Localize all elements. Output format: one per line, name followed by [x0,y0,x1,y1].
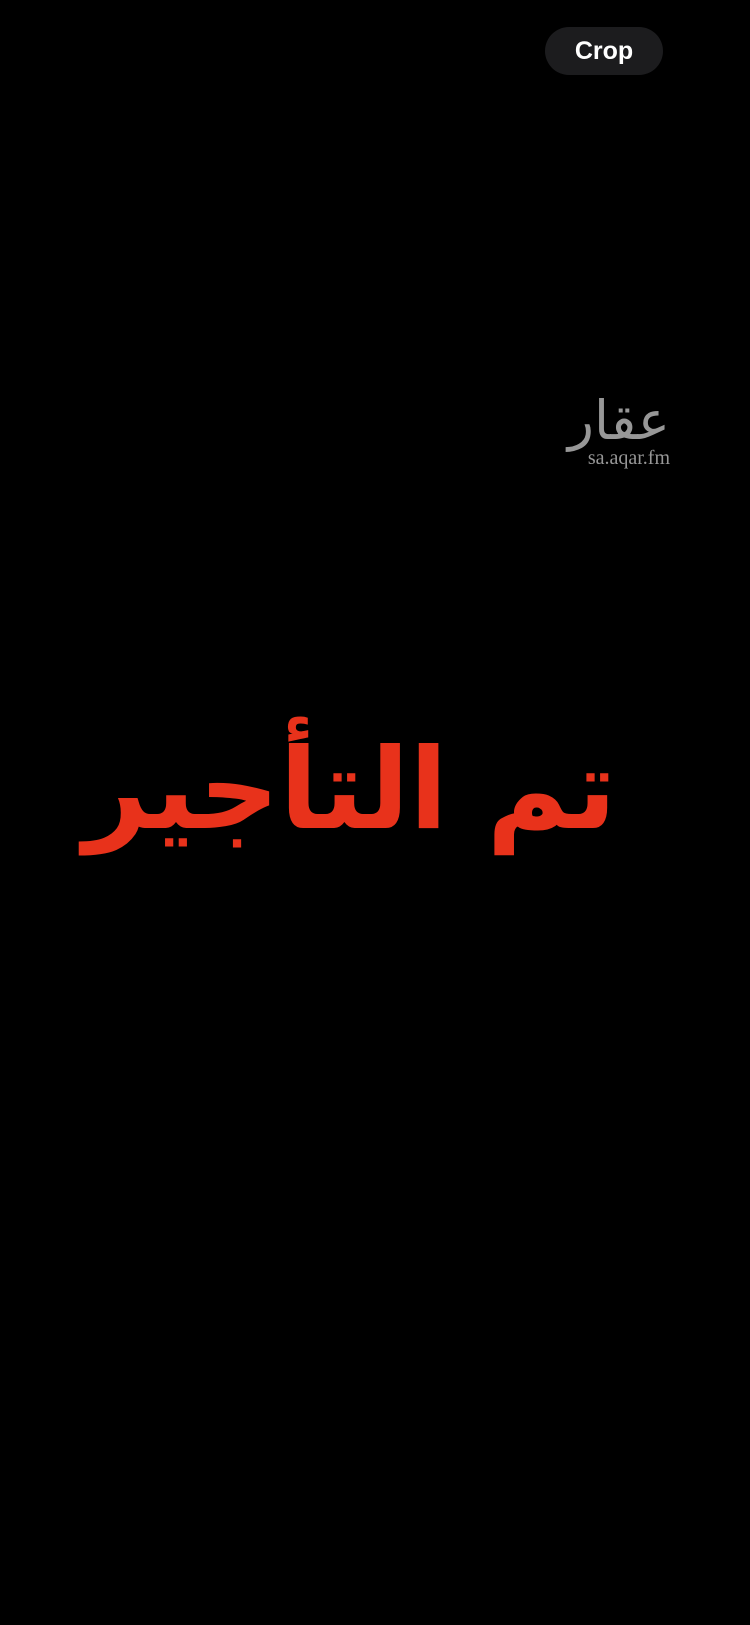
watermark-logo: عقار sa.aqar.fm [530,389,670,469]
watermark-url: sa.aqar.fm [587,447,670,469]
crop-button[interactable]: Crop [545,27,663,75]
image-viewer: Crop عقار sa.aqar.fm تم التأجير [0,0,750,1625]
watermark-name: عقار [567,389,670,452]
headline-text: تم التأجير [83,725,617,855]
